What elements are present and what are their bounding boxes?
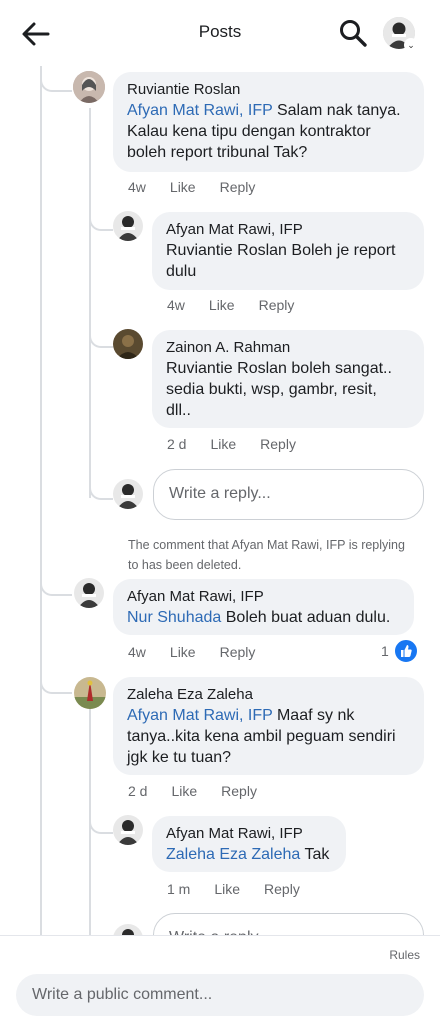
reply-button[interactable]: Reply	[220, 179, 256, 195]
avatar[interactable]	[113, 211, 143, 241]
rules-link[interactable]: Rules	[389, 948, 420, 962]
comment-actions: 2 d Like Reply	[128, 783, 281, 799]
comment-bubble[interactable]: Afyan Mat Rawi, IFP Ruviantie Roslan Bol…	[152, 212, 424, 290]
comment-thread: Ruviantie Roslan Afyan Mat Rawi, IFP Sal…	[0, 0, 440, 935]
top-bar: Posts ⌄	[0, 0, 440, 66]
comment-bubble[interactable]: Afyan Mat Rawi, IFP Nur Shuhada Boleh bu…	[113, 579, 414, 635]
like-button[interactable]: Like	[171, 783, 197, 799]
comment-time: 4w	[128, 644, 146, 660]
comment-author[interactable]: Afyan Mat Rawi, IFP	[166, 824, 332, 844]
reply-input[interactable]: Write a reply...	[153, 913, 424, 935]
comment-text: Afyan Mat Rawi, IFP Maaf sy nk	[127, 707, 355, 724]
comment-time: 4w	[167, 297, 185, 313]
comment-author[interactable]: Zaleha Eza Zaleha	[127, 685, 410, 705]
comment-actions: 4w Like Reply	[128, 644, 279, 660]
comment-text: Nur Shuhada Boleh buat aduan dulu.	[127, 609, 391, 626]
mention-link[interactable]: Nur Shuhada	[127, 609, 221, 626]
search-icon[interactable]	[338, 18, 368, 48]
comment-text: Afyan Mat Rawi, IFP Salam nak tanya.	[127, 102, 401, 119]
avatar[interactable]	[73, 71, 105, 103]
reply-button[interactable]: Reply	[259, 297, 295, 313]
thread-connector	[40, 668, 72, 694]
like-button[interactable]: Like	[210, 436, 236, 452]
comment-text: boleh report tribunal Tak?	[127, 144, 308, 161]
comment-text: dll..	[166, 402, 191, 419]
thread-connector	[89, 322, 113, 348]
reply-button[interactable]: Reply	[264, 881, 300, 897]
thread-line-nested	[89, 108, 91, 498]
comment-text: Ruviantie Roslan boleh sangat..	[166, 360, 392, 377]
comment-author[interactable]: Afyan Mat Rawi, IFP	[166, 220, 410, 240]
comment-text: dulu	[166, 263, 197, 280]
comment-text: Zaleha Eza Zaleha Tak	[166, 846, 330, 863]
like-button[interactable]: Like	[214, 881, 240, 897]
avatar[interactable]	[74, 578, 104, 608]
avatar	[113, 924, 143, 935]
comment-bubble[interactable]: Zainon A. Rahman Ruviantie Roslan boleh …	[152, 330, 424, 428]
reply-button[interactable]: Reply	[221, 783, 257, 799]
comment-text: Ruviantie Roslan Boleh je report	[166, 242, 396, 259]
avatar[interactable]	[113, 815, 143, 845]
comment-author[interactable]: Afyan Mat Rawi, IFP	[127, 587, 400, 607]
comment-actions: 2 d Like Reply	[167, 436, 320, 452]
like-button[interactable]: Like	[170, 644, 196, 660]
thread-connector	[89, 808, 113, 834]
comment-author[interactable]: Ruviantie Roslan	[127, 80, 410, 100]
thread-connector	[89, 205, 113, 231]
comment-actions: 4w Like Reply	[128, 179, 279, 195]
comment-text: jgk ke tu tuan?	[127, 749, 232, 766]
reply-button[interactable]: Reply	[260, 436, 296, 452]
thread-line-main	[40, 66, 42, 935]
mention-link[interactable]: Afyan Mat Rawi, IFP	[127, 707, 273, 724]
like-count[interactable]: 1	[381, 643, 389, 659]
thread-connector	[89, 474, 113, 500]
comment-time: 2 d	[128, 783, 148, 799]
comment-bubble[interactable]: Zaleha Eza Zaleha Afyan Mat Rawi, IFP Ma…	[113, 677, 424, 775]
comment-time: 2 d	[167, 436, 187, 452]
thumbs-up-icon	[393, 638, 419, 664]
avatar[interactable]	[74, 677, 106, 709]
mention-link[interactable]: Afyan Mat Rawi, IFP	[127, 102, 273, 119]
comment-time: 1 m	[167, 881, 191, 897]
chevron-down-icon[interactable]: ⌄	[404, 38, 418, 52]
comment-author[interactable]: Zainon A. Rahman	[166, 338, 410, 358]
comment-text: Kalau kena tipu dengan kontraktor	[127, 123, 371, 140]
avatar[interactable]	[113, 329, 143, 359]
comment-time: 4w	[128, 179, 146, 195]
comment-actions: 4w Like Reply	[167, 297, 318, 313]
comment-text: sedia bukti, wsp, gambr, resit,	[166, 381, 377, 398]
like-button[interactable]: Like	[209, 297, 235, 313]
comment-composer: Rules Write a public comment...	[0, 935, 440, 1025]
comment-actions: 1 m Like Reply	[167, 881, 324, 897]
thread-connector	[40, 570, 72, 596]
deleted-comment-note: The comment that Afyan Mat Rawi, IFP is …	[128, 538, 405, 572]
mention-link[interactable]: Zaleha Eza Zaleha	[166, 846, 300, 863]
reply-button[interactable]: Reply	[220, 644, 256, 660]
thread-connector	[40, 66, 72, 92]
like-button[interactable]: Like	[170, 179, 196, 195]
comment-bubble[interactable]: Afyan Mat Rawi, IFP Zaleha Eza Zaleha Ta…	[152, 816, 346, 872]
reply-input[interactable]: Write a reply...	[153, 469, 424, 520]
avatar	[113, 479, 143, 509]
comment-bubble[interactable]: Ruviantie Roslan Afyan Mat Rawi, IFP Sal…	[113, 72, 424, 172]
public-comment-input[interactable]: Write a public comment...	[16, 974, 424, 1016]
comment-text: tanya..kita kena ambil peguam sendiri	[127, 728, 396, 745]
page-title: Posts	[198, 22, 242, 41]
